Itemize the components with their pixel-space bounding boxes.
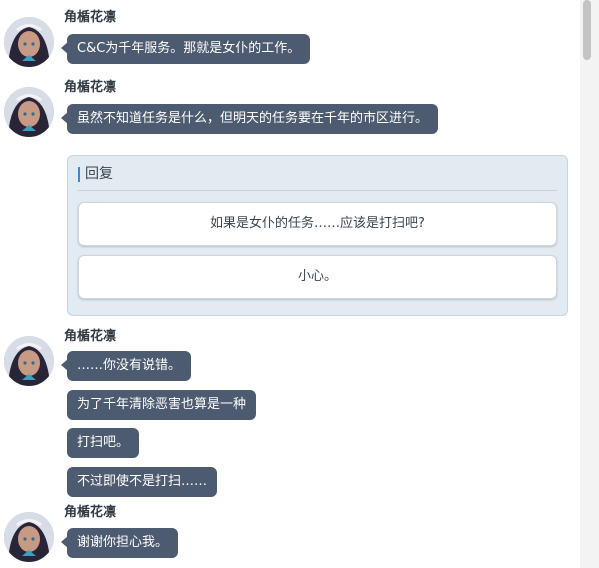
reply-header: 回复 <box>78 164 557 191</box>
reply-accent-bar <box>78 167 80 182</box>
reply-option-button[interactable]: 如果是女仆的任务……应该是打扫吧? <box>78 202 557 246</box>
message-bubble: 不过即使不是打扫…… <box>67 467 218 497</box>
message-bubble: 谢谢你担心我。 <box>60 528 179 558</box>
portrait-icon <box>4 512 54 562</box>
reply-option-button[interactable]: 小心。 <box>78 255 557 299</box>
speaker-name: 角楯花凛 <box>64 329 117 344</box>
portrait-icon <box>4 17 54 67</box>
character-avatar <box>4 87 54 137</box>
speaker-name: 角楯花凛 <box>64 80 117 95</box>
reply-label: 回复 <box>85 166 113 182</box>
character-avatar <box>4 512 54 562</box>
message-bubble: 虽然不知道任务是什么，但明天的任务要在千年的市区进行。 <box>60 104 439 134</box>
scrollbar[interactable] <box>580 0 599 568</box>
portrait-icon <box>4 336 54 386</box>
portrait-icon <box>4 87 54 137</box>
character-avatar <box>4 17 54 67</box>
speaker-name: 角楯花凛 <box>64 505 117 520</box>
message-bubble: C&C为千年服务。那就是女仆的工作。 <box>60 34 311 64</box>
chat-log: 角楯花凛 C&C为千年服务。那就是女仆的工作。 角楯花凛 虽然不知道任务是什么，… <box>0 0 580 568</box>
message-bubble: 为了千年清除恶害也算是一种 <box>67 390 257 420</box>
message-bubble: ……你没有说错。 <box>60 351 192 381</box>
reply-panel: 回复 如果是女仆的任务……应该是打扫吧? 小心。 <box>67 155 568 316</box>
speaker-name: 角楯花凛 <box>64 10 117 25</box>
message-bubble: 打扫吧。 <box>67 428 140 458</box>
character-avatar <box>4 336 54 386</box>
scrollbar-thumb[interactable] <box>583 0 591 60</box>
